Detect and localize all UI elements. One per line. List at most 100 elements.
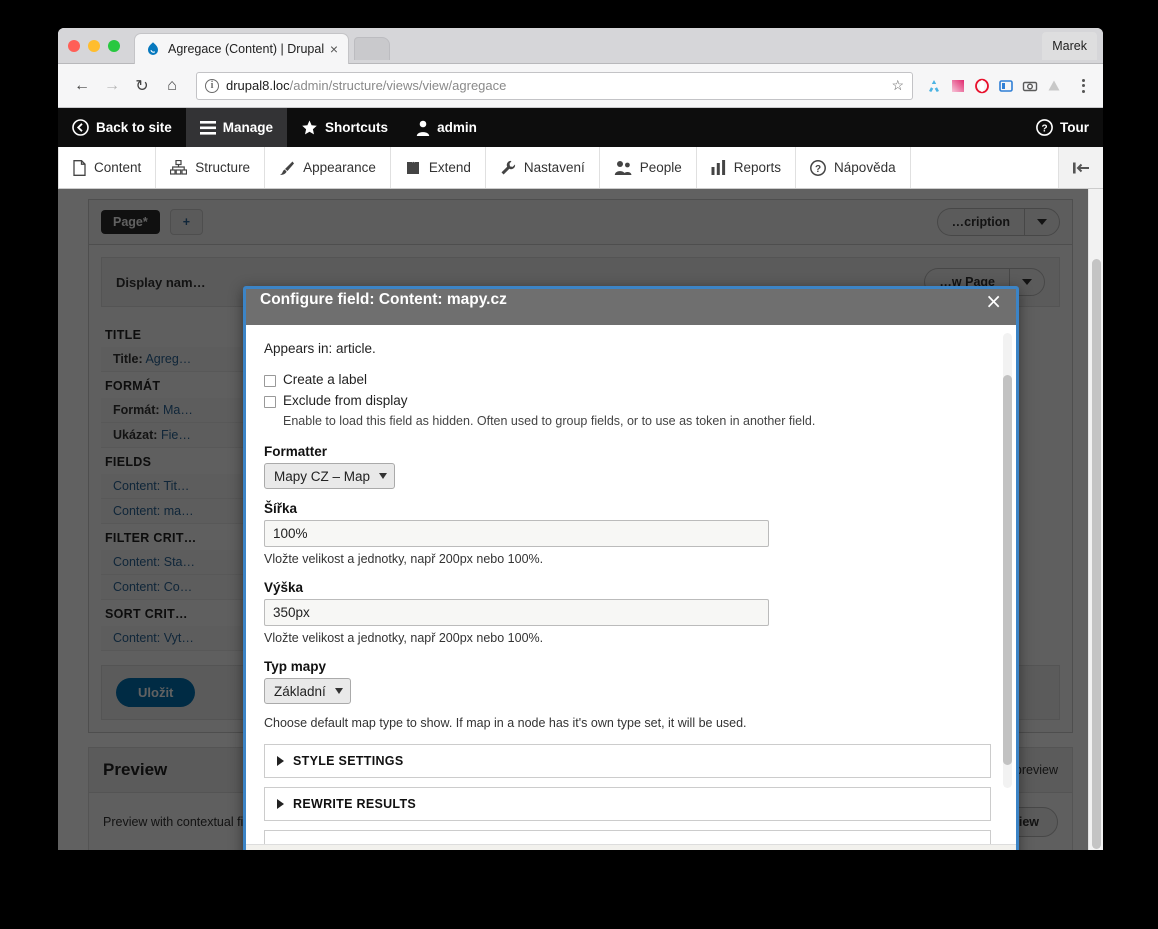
menu-item-people[interactable]: People — [600, 147, 697, 188]
people-icon — [614, 160, 632, 175]
star-icon — [302, 120, 317, 134]
forward-icon[interactable]: → — [98, 72, 126, 100]
dialog-scrollbar[interactable] — [1003, 333, 1012, 788]
dialog-scrollbar-thumb[interactable] — [1003, 375, 1012, 765]
puzzle-icon — [406, 161, 419, 174]
chevron-down-icon — [379, 473, 388, 479]
menu-item-extend[interactable]: Extend — [391, 147, 486, 188]
exclude-from-display-row[interactable]: Exclude from display — [264, 393, 994, 408]
menu-item-reports[interactable]: Reports — [697, 147, 797, 188]
style-settings-summary: STYLE SETTINGS — [293, 754, 404, 768]
page-viewport: Back to site Manage Shortcuts admin ? To… — [58, 108, 1103, 850]
browser-tab-title: Agregace (Content) | Drupal 8 — [168, 42, 326, 56]
appears-in-text: Appears in: article. — [264, 341, 376, 356]
formatter-select[interactable]: Mapy CZ – Map — [264, 463, 396, 489]
menu-item-appearance[interactable]: Appearance — [265, 147, 391, 188]
page-scrollbar[interactable] — [1088, 189, 1103, 850]
map-type-label: Typ mapy — [264, 659, 327, 674]
browser-tab[interactable]: Agregace (Content) | Drupal 8 × — [134, 33, 349, 64]
bookmark-star-icon[interactable]: ☆ — [883, 77, 904, 94]
extensions-bar — [923, 77, 1093, 94]
close-window-button[interactable] — [68, 40, 80, 52]
home-icon[interactable]: ⌂ — [158, 72, 186, 100]
back-to-site-button[interactable]: Back to site — [58, 108, 186, 147]
configure-field-dialog: Configure field: Content: mapy.cz × Appe… — [243, 286, 1019, 850]
reload-icon[interactable]: ↻ — [128, 72, 156, 100]
brush-icon — [280, 161, 295, 175]
wrench-icon — [501, 160, 515, 174]
dialog-body: Appears in: article. Create a label Excl… — [246, 325, 1016, 844]
height-label: Výška — [264, 580, 304, 595]
dialog-titlebar: Configure field: Content: mapy.cz × — [246, 289, 1016, 325]
recycle-icon[interactable] — [925, 77, 942, 94]
height-input[interactable] — [264, 599, 769, 626]
question-icon: ? — [810, 159, 826, 176]
site-info-icon[interactable]: i — [205, 78, 219, 93]
new-tab-button[interactable] — [354, 37, 390, 60]
map-type-help: Choose default map type to show. If map … — [264, 716, 747, 730]
drive-icon[interactable] — [1045, 77, 1062, 94]
rewrite-results-details[interactable]: REWRITE RESULTS — [264, 787, 991, 821]
menu-item-content[interactable]: Content — [58, 147, 157, 188]
dialog-title: Configure field: Content: mapy.cz — [260, 291, 507, 308]
height-help: Vložte velikost a jednotky, např 200px n… — [264, 631, 544, 645]
browser-tab-strip: Agregace (Content) | Drupal 8 × Marek — [58, 28, 1103, 64]
drupal-admin-toolbar: Back to site Manage Shortcuts admin ? To… — [58, 108, 1103, 147]
menu-item-napoveda[interactable]: ? Nápověda — [796, 147, 911, 188]
address-bar[interactable]: i drupal8.loc /admin/structure/views/vie… — [196, 71, 913, 100]
kebab-menu-icon[interactable] — [1073, 78, 1093, 93]
window-controls — [68, 40, 120, 52]
map-type-select[interactable]: Základní — [264, 678, 351, 704]
bars-icon — [711, 160, 725, 175]
svg-text:?: ? — [1041, 123, 1047, 134]
formatter-select-value: Mapy CZ – Map — [274, 468, 371, 484]
style-settings-details[interactable]: STYLE SETTINGS — [264, 744, 991, 778]
tour-button[interactable]: ? Tour — [1022, 108, 1103, 147]
blue-window-icon[interactable] — [997, 77, 1014, 94]
user-account-tab[interactable]: admin — [402, 108, 491, 147]
browser-toolbar: ← → ↻ ⌂ i drupal8.loc /admin/structure/v… — [58, 64, 1103, 108]
exclude-from-display-description: Enable to load this field as hidden. Oft… — [283, 414, 816, 428]
formatter-label: Formatter — [264, 444, 328, 459]
third-details[interactable] — [264, 830, 991, 844]
collapse-tray-icon[interactable] — [1059, 147, 1103, 188]
rewrite-results-summary: REWRITE RESULTS — [293, 797, 417, 811]
chevron-right-icon — [277, 756, 284, 766]
minimize-window-button[interactable] — [88, 40, 100, 52]
gradient-square-icon[interactable] — [949, 77, 966, 94]
sitemap-icon — [170, 160, 188, 175]
manage-tab[interactable]: Manage — [185, 108, 288, 147]
maximize-window-button[interactable] — [108, 40, 120, 52]
back-icon[interactable]: ← — [68, 72, 96, 100]
create-label-text: Create a label — [283, 372, 368, 387]
menu-item-structure[interactable]: Structure — [156, 147, 266, 188]
browser-window: Agregace (Content) | Drupal 8 × Marek ← … — [58, 28, 1103, 850]
map-type-select-value: Základní — [274, 683, 326, 699]
url-host: drupal8.loc — [226, 78, 290, 93]
user-icon — [416, 120, 430, 136]
shortcuts-tab[interactable]: Shortcuts — [287, 108, 402, 147]
profile-name: Marek — [1052, 39, 1087, 53]
create-label-checkbox[interactable] — [264, 375, 276, 387]
camera-icon[interactable] — [1021, 77, 1038, 94]
chevron-down-icon — [334, 688, 343, 694]
close-icon[interactable]: × — [326, 40, 342, 58]
close-icon[interactable]: × — [985, 291, 1002, 311]
back-circle-icon — [72, 119, 89, 136]
drupal-menu-bar: Content Structure Appearance Extend Nast… — [58, 147, 1103, 189]
menu-spacer — [911, 147, 1059, 188]
create-label-row[interactable]: Create a label — [264, 372, 994, 387]
chevron-right-icon — [277, 799, 284, 809]
width-input[interactable] — [264, 520, 769, 547]
hamburger-icon — [199, 120, 216, 135]
exclude-from-display-checkbox[interactable] — [264, 396, 276, 408]
page-scrollbar-thumb[interactable] — [1092, 259, 1101, 849]
svg-text:?: ? — [815, 163, 821, 174]
desktop-backdrop: Agregace (Content) | Drupal 8 × Marek ← … — [0, 0, 1158, 929]
file-icon — [73, 159, 86, 176]
opera-icon[interactable] — [973, 77, 990, 94]
drupal-droplet-icon — [145, 41, 161, 57]
menu-item-nastaveni[interactable]: Nastavení — [486, 147, 600, 188]
exclude-from-display-text: Exclude from display — [283, 393, 408, 408]
profile-chip[interactable]: Marek — [1042, 32, 1097, 60]
